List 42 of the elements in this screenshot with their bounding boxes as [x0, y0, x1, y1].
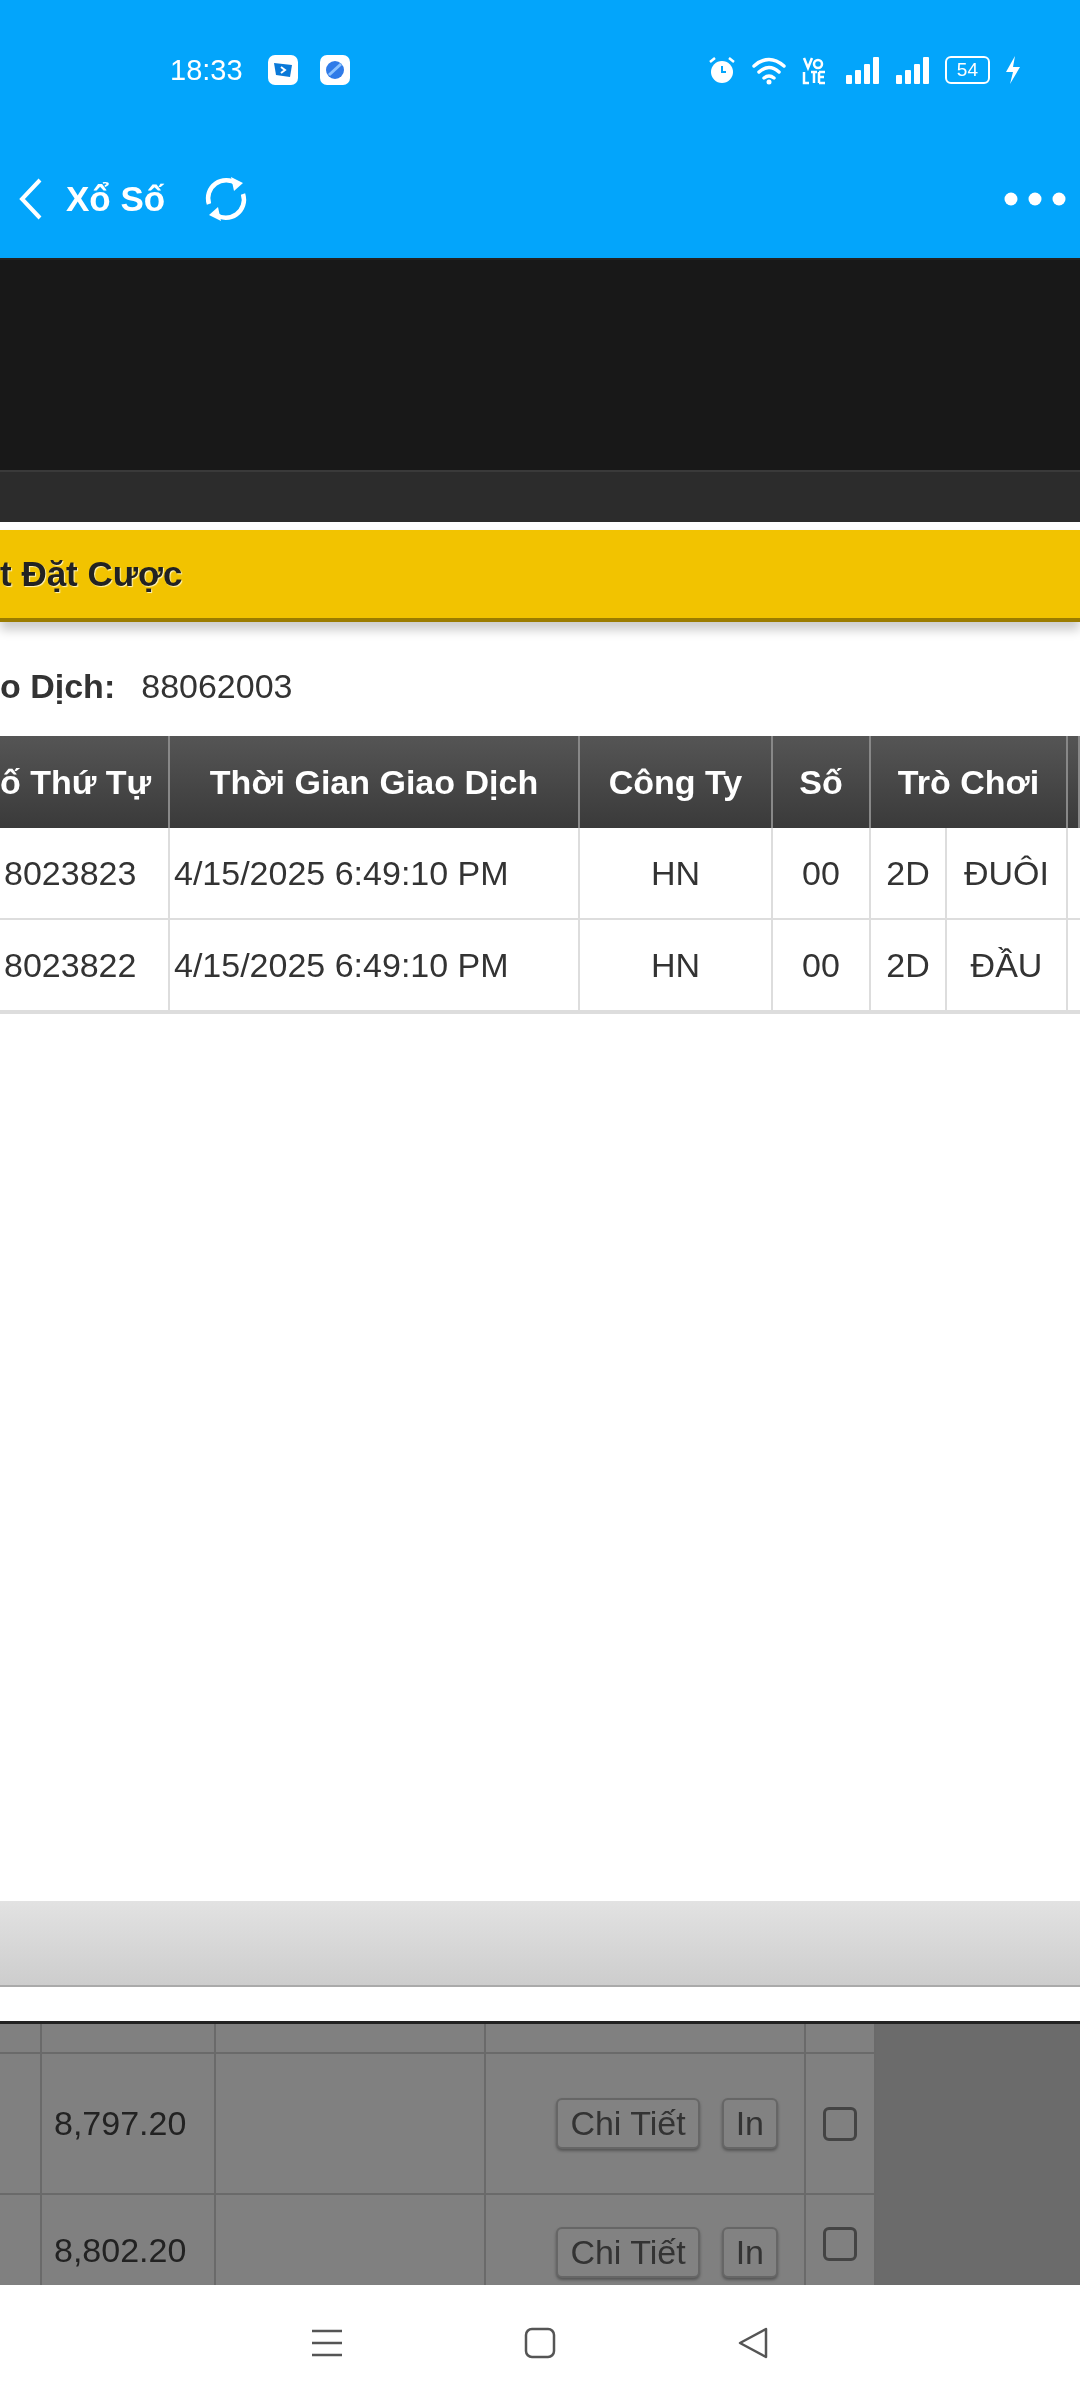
table-cell: 8023822 — [0, 920, 170, 1012]
back-button[interactable] — [18, 177, 44, 221]
battery-level: 54 — [944, 56, 990, 84]
table-button[interactable]: Chi Tiết — [556, 2098, 700, 2149]
wifi-icon — [750, 55, 787, 85]
table-cell: 2D — [871, 920, 947, 1012]
table-cell: 4/15/2025 6:49:10 PM — [170, 828, 580, 920]
table-button[interactable]: Chi Tiết — [556, 2227, 700, 2278]
more-icon — [1004, 192, 1066, 206]
table-cell: 00 — [773, 828, 871, 920]
table-cell: 2D — [871, 828, 947, 920]
table-cell: 4/15/2025 6:49:10 PM — [170, 920, 580, 1012]
status-time: 18:33 — [170, 53, 243, 87]
charging-icon — [1004, 55, 1022, 85]
home-icon — [523, 2325, 557, 2360]
column-header: Số — [773, 736, 871, 828]
column-header: ố Thứ Tự — [0, 736, 170, 828]
checkbox[interactable] — [823, 2227, 857, 2261]
table-cell: ĐUÔI — [947, 828, 1068, 920]
column-header: Trò Chơi — [871, 736, 1068, 828]
column-header: Công Ty — [580, 736, 773, 828]
back-icon — [18, 177, 44, 221]
table-cell: HN — [580, 828, 773, 920]
table-cell: 8023823 — [0, 828, 170, 920]
signal-icon — [894, 56, 931, 84]
table-cell: HN — [580, 920, 773, 1012]
section-title: t Đặt Cược — [0, 530, 1080, 622]
table-cell — [0, 2024, 42, 2054]
signal-icon — [844, 56, 881, 84]
table-button[interactable]: In — [721, 2098, 778, 2149]
table-cell: ĐẦU — [947, 920, 1068, 1012]
app-icon — [318, 54, 351, 86]
checkbox[interactable] — [823, 2106, 857, 2141]
table-cell: 00 — [773, 920, 871, 1012]
page-title: Xổ Số — [66, 179, 166, 219]
transaction-value: 88062003 — [141, 666, 293, 706]
transaction-label: o Dịch: — [0, 666, 116, 706]
app-icon — [266, 54, 299, 86]
amount-cell: 8,797.20 — [42, 2054, 216, 2195]
column-header: Thời Gian Giao Dịch — [170, 736, 580, 828]
table-button[interactable]: In — [721, 2227, 778, 2278]
more-button[interactable] — [1004, 192, 1066, 206]
